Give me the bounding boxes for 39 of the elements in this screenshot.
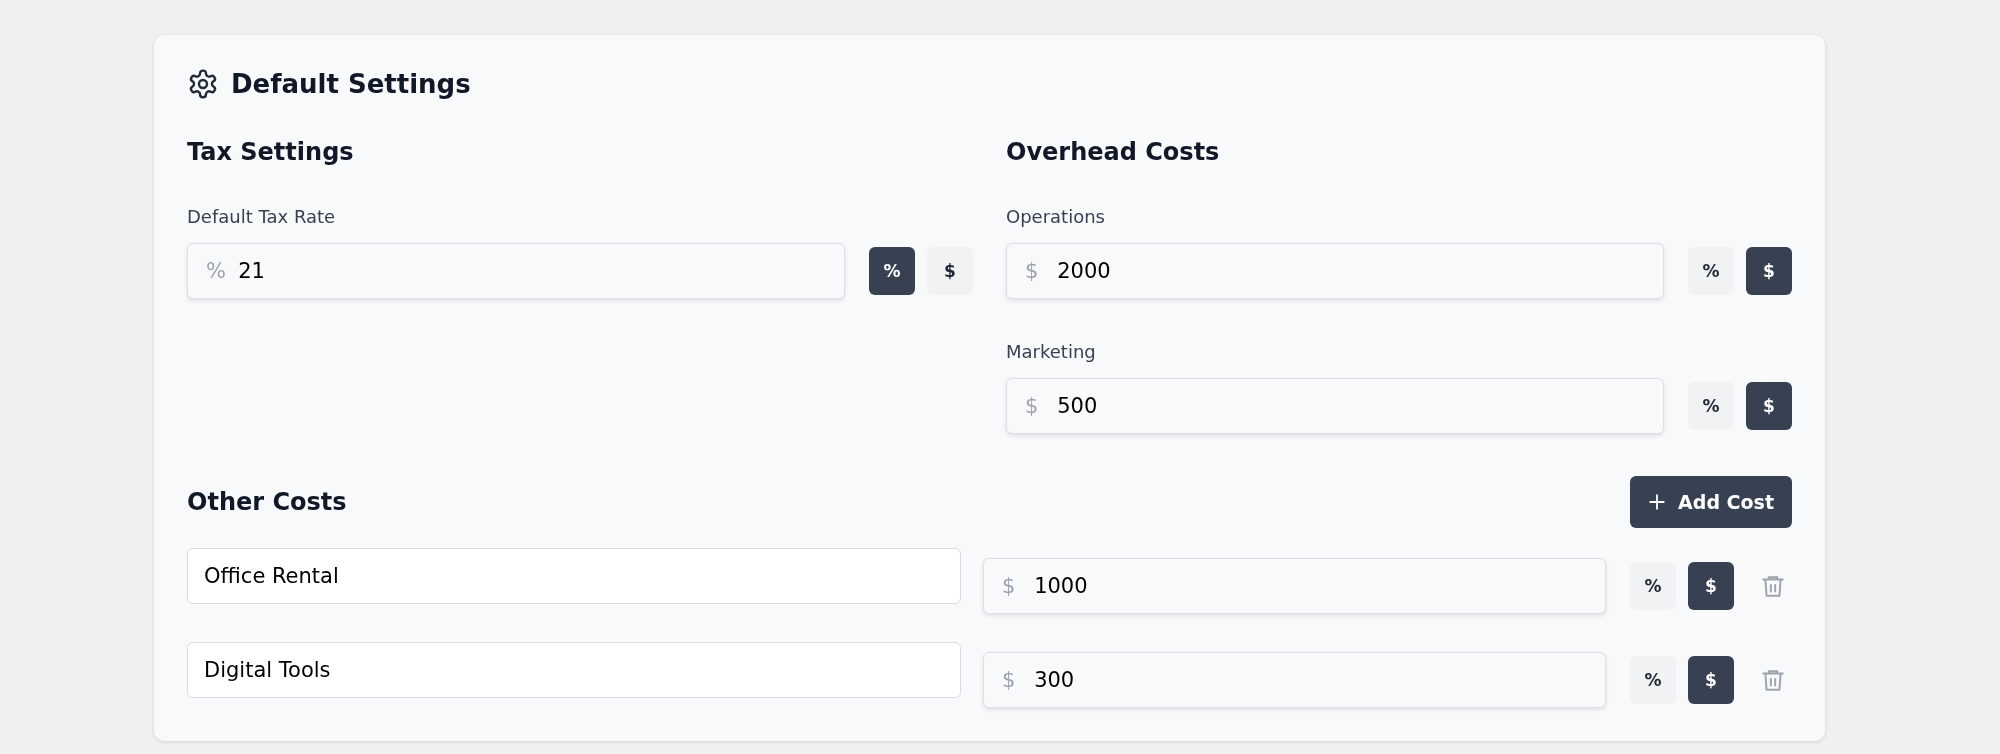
section-heading: Other Costs xyxy=(187,488,347,516)
amount-field[interactable]: $ 2000 xyxy=(1006,243,1664,299)
amount-input[interactable]: 1000 xyxy=(1034,574,1587,598)
cost-name-field[interactable]: Office Rental xyxy=(187,548,961,604)
settings-icon xyxy=(187,68,219,100)
field-label: Marketing xyxy=(1006,341,1097,362)
trash-icon xyxy=(1760,573,1786,599)
unit-toggle[interactable]: $ xyxy=(1746,382,1792,430)
amount-field[interactable]: $ 500 xyxy=(1006,378,1664,434)
field-label: Operations xyxy=(1006,206,1106,227)
amount-field[interactable]: $ 1000 xyxy=(983,558,1606,614)
unit-toggle[interactable]: % xyxy=(1688,382,1734,430)
unit-symbol: % xyxy=(206,259,227,283)
trash-icon xyxy=(1760,667,1786,693)
field-label: Default Tax Rate xyxy=(187,206,337,227)
unit-toggle[interactable]: % xyxy=(869,247,915,295)
amount-input[interactable]: 500 xyxy=(1057,394,1645,418)
unit-symbol: $ xyxy=(1025,394,1040,418)
amount-input[interactable]: 21 xyxy=(238,259,826,283)
plus-icon xyxy=(1648,493,1667,511)
unit-toggle[interactable]: $ xyxy=(1688,656,1734,704)
section-heading: Tax Settings xyxy=(187,138,355,166)
unit-toggle[interactable]: % xyxy=(1688,247,1734,295)
unit-symbol: $ xyxy=(1025,259,1040,283)
unit-toggle[interactable]: % xyxy=(1630,656,1676,704)
add-cost-button[interactable]: Add Cost xyxy=(1630,476,1792,528)
unit-symbol: $ xyxy=(1002,668,1017,692)
amount-field[interactable]: % 21 xyxy=(187,243,845,299)
unit-toggle[interactable]: % xyxy=(1630,562,1676,610)
cost-name-field[interactable]: Digital Tools xyxy=(187,642,961,698)
section-heading: Overhead Costs xyxy=(1006,138,1221,166)
amount-input[interactable]: 300 xyxy=(1034,668,1587,692)
unit-toggle[interactable]: $ xyxy=(927,247,973,295)
unit-toggle[interactable]: $ xyxy=(1746,247,1792,295)
unit-toggle[interactable]: $ xyxy=(1688,562,1734,610)
unit-symbol: $ xyxy=(1002,574,1017,598)
amount-input[interactable]: 2000 xyxy=(1057,259,1645,283)
card-title: Default Settings xyxy=(231,69,471,99)
amount-field[interactable]: $ 300 xyxy=(983,652,1606,708)
